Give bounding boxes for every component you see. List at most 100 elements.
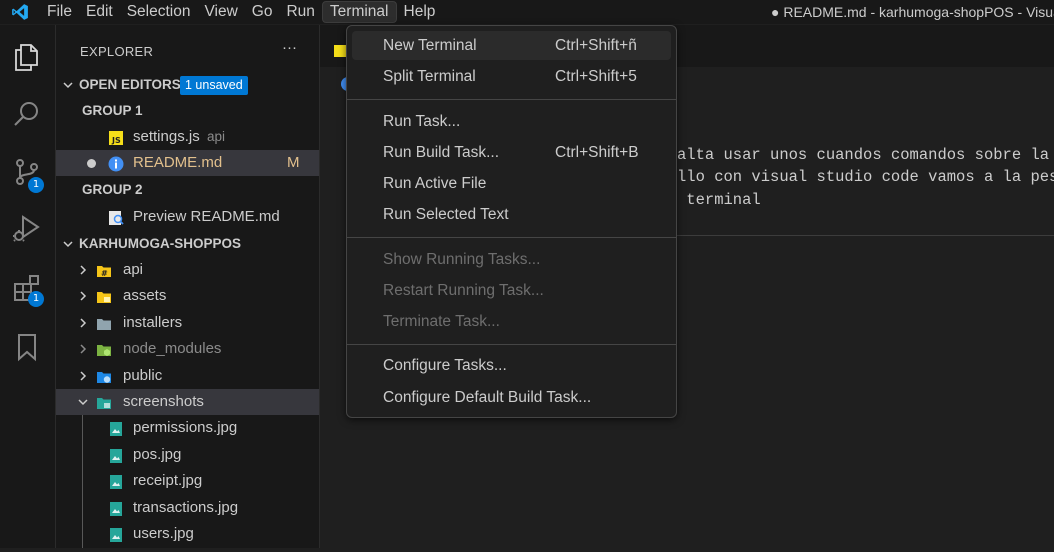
extensions-badge: 1 (28, 291, 44, 307)
folder-name: public (123, 367, 163, 384)
folder-name: node_modules (123, 340, 222, 357)
menu-file[interactable]: File (40, 1, 79, 23)
title-bar: File Edit Selection View Go Run Terminal… (0, 0, 1054, 24)
menu-edit[interactable]: Edit (79, 1, 120, 23)
file-name: permissions.jpg (133, 419, 238, 436)
open-editors-section[interactable]: OPEN EDITORS 1 unsaved (56, 72, 319, 98)
explorer-sidebar: EXPLORER ··· OPEN EDITORS 1 unsaved GROU… (56, 25, 320, 548)
folder-api[interactable]: # api (56, 257, 319, 283)
chevron-down-icon (76, 389, 90, 415)
explorer-icon[interactable] (11, 41, 43, 73)
file-pos-jpg[interactable]: pos.jpg (56, 442, 319, 468)
image-file-icon (108, 500, 124, 516)
preview-icon (108, 209, 124, 225)
chevron-right-icon (76, 283, 90, 309)
menu-run[interactable]: Run (279, 1, 321, 23)
modified-status: M (287, 154, 300, 171)
images-folder-icon (96, 394, 112, 410)
menu-selection[interactable]: Selection (120, 1, 198, 23)
folder-assets[interactable]: assets (56, 283, 319, 309)
menu-item-label: Configure Default Build Task... (383, 389, 592, 406)
menu-terminal[interactable]: Terminal (321, 1, 397, 23)
menu-item-shortcut: Ctrl+Shift+5 (555, 68, 637, 85)
file-name: receipt.jpg (133, 472, 203, 489)
folder-name: screenshots (123, 393, 204, 410)
menu-separator (347, 237, 676, 238)
menu-show-running-tasks: Show Running Tasks... (352, 245, 671, 274)
api-folder-icon: # (96, 262, 112, 278)
menu-item-label: Run Build Task... (383, 144, 500, 161)
open-editor-preview-readme[interactable]: Preview README.md (56, 204, 319, 230)
group-2-label: GROUP 2 (82, 182, 143, 197)
project-label: KARHUMOGA-SHOPPOS (79, 236, 242, 251)
folder-screenshots[interactable]: screenshots (56, 389, 319, 415)
menu-configure-default-build-task[interactable]: Configure Default Build Task... (352, 383, 671, 412)
file-receipt-jpg[interactable]: receipt.jpg (56, 468, 319, 494)
file-name: pos.jpg (133, 446, 182, 463)
menu-run-task[interactable]: Run Task... (352, 107, 671, 136)
menu-split-terminal[interactable]: Split Terminal Ctrl+Shift+5 (352, 62, 671, 91)
folder-name: api (123, 261, 144, 278)
unsaved-dot-icon[interactable] (87, 159, 96, 168)
javascript-file-icon: JS (108, 129, 124, 145)
bookmarks-icon[interactable] (11, 331, 43, 363)
menu-terminate-task: Terminate Task... (352, 307, 671, 336)
open-editor-settings-js[interactable]: JS settings.js api (56, 124, 319, 150)
javascript-file-icon (334, 44, 346, 57)
file-name: users.jpg (133, 525, 194, 542)
menu-view[interactable]: View (197, 1, 244, 23)
explorer-title: EXPLORER (80, 44, 154, 59)
group-2-header[interactable]: GROUP 2 (56, 177, 319, 203)
image-file-icon (108, 473, 124, 489)
file-name: settings.js (133, 128, 200, 145)
search-icon[interactable] (11, 98, 43, 130)
menu-item-label: Restart Running Task... (383, 282, 544, 299)
chevron-right-icon (76, 310, 90, 336)
menu-item-label: Configure Tasks... (383, 357, 507, 374)
menu-item-label: Run Active File (383, 175, 487, 192)
file-users-jpg[interactable]: users.jpg (56, 521, 319, 547)
menu-restart-running-task: Restart Running Task... (352, 276, 671, 305)
file-name: Preview README.md (133, 208, 280, 225)
group-1-header[interactable]: GROUP 1 (56, 98, 319, 124)
image-file-icon (108, 420, 124, 436)
menu-new-terminal[interactable]: New Terminal Ctrl+Shift+ñ (352, 31, 671, 60)
menu-help[interactable]: Help (397, 1, 443, 23)
menu-item-shortcut: Ctrl+Shift+ñ (555, 37, 637, 54)
chevron-down-icon (61, 231, 75, 257)
editor-horizontal-rule (677, 235, 1054, 236)
chevron-right-icon (76, 257, 90, 283)
unsaved-badge: 1 unsaved (180, 76, 248, 95)
folder-installers[interactable]: installers (56, 310, 319, 336)
menu-item-label: Show Running Tasks... (383, 251, 541, 268)
menu-go[interactable]: Go (245, 1, 280, 23)
editor-text-line: alta usar unos cuandos comandos sobre la (677, 146, 1050, 164)
menu-configure-tasks[interactable]: Configure Tasks... (352, 351, 671, 380)
menu-separator (347, 99, 676, 100)
menu-run-active-file[interactable]: Run Active File (352, 169, 671, 198)
chevron-right-icon (76, 363, 90, 389)
chevron-right-icon (76, 336, 90, 362)
file-name: transactions.jpg (133, 499, 239, 516)
folder-name: installers (123, 314, 183, 331)
project-section[interactable]: KARHUMOGA-SHOPPOS (56, 231, 319, 257)
folder-public[interactable]: public (56, 363, 319, 389)
file-permissions-jpg[interactable]: permissions.jpg (56, 415, 319, 441)
folder-name: assets (123, 287, 167, 304)
chevron-down-icon (61, 72, 75, 98)
menu-run-build-task[interactable]: Run Build Task... Ctrl+Shift+B (352, 138, 671, 167)
menu-item-label: New Terminal (383, 37, 477, 54)
folder-node-modules[interactable]: node_modules (56, 336, 319, 362)
more-actions-icon[interactable]: ··· (282, 39, 300, 57)
menu-item-label: Run Selected Text (383, 206, 509, 223)
file-description: api (207, 129, 226, 144)
file-transactions-jpg[interactable]: transactions.jpg (56, 495, 319, 521)
menu-run-selected-text[interactable]: Run Selected Text (352, 200, 671, 229)
run-debug-icon[interactable] (11, 213, 43, 245)
image-file-icon (108, 447, 124, 463)
menu-separator (347, 344, 676, 345)
vscode-logo-icon (0, 0, 40, 24)
open-editor-readme[interactable]: README.md M (56, 150, 319, 176)
explorer-header: EXPLORER ··· (56, 25, 319, 75)
open-editors-label: OPEN EDITORS (79, 77, 181, 92)
